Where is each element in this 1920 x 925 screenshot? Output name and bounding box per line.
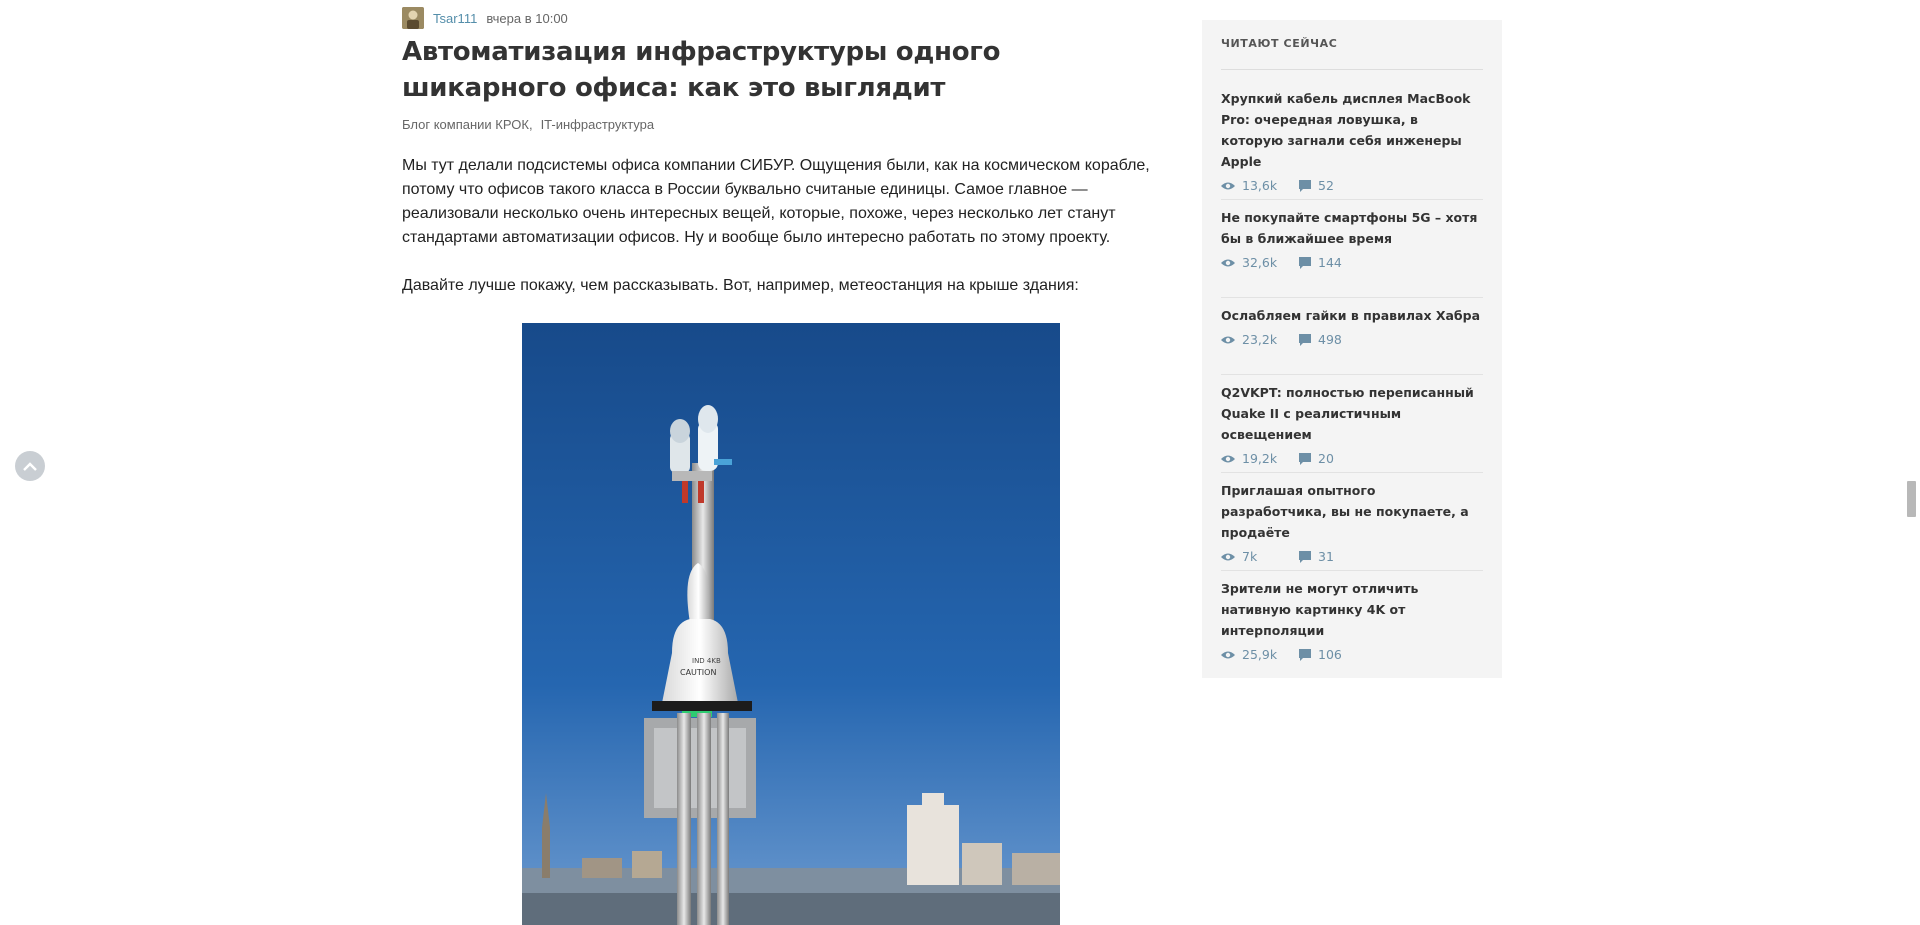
- hub-link-krok[interactable]: Блог компании КРОК: [402, 117, 529, 132]
- divider: [1221, 297, 1483, 298]
- views-count: 7k: [1242, 549, 1258, 564]
- comment-bubble-icon: [1299, 452, 1311, 465]
- views-count: 25,9k: [1242, 647, 1278, 662]
- scrollbar[interactable]: [1903, 0, 1920, 925]
- post-stats: 13,6k 52: [1221, 178, 1483, 198]
- sidebar-post-title[interactable]: Не покупайте смартфоны 5G – хотя бы в бл…: [1221, 207, 1483, 249]
- sidebar-post: Хрупкий кабель дисплея MacBook Pro: очер…: [1221, 88, 1483, 198]
- views-count: 32,6k: [1242, 255, 1278, 270]
- weather-station-photo: IND 4KB CAUTION: [522, 323, 1060, 925]
- sidebar-post-title[interactable]: Q2VKPT: полностью переписанный Quake II …: [1221, 382, 1483, 445]
- author-avatar[interactable]: [402, 7, 424, 29]
- scroll-to-top-button[interactable]: [15, 451, 45, 481]
- eye-icon: [1221, 455, 1235, 462]
- sidebar-post-title[interactable]: Ослабляем гайки в правилах Хабра: [1221, 305, 1483, 326]
- sidebar-post: Ослабляем гайки в правилах Хабра 23,2k 4…: [1221, 305, 1483, 352]
- comments-count: 106: [1318, 647, 1342, 662]
- eye-icon: [1221, 336, 1235, 343]
- views-count: 13,6k: [1242, 178, 1278, 193]
- sidebar-post-title[interactable]: Приглашая опытного разработчика, вы не п…: [1221, 480, 1483, 543]
- comments-counter[interactable]: 106: [1299, 647, 1342, 662]
- sidebar-post: Q2VKPT: полностью переписанный Quake II …: [1221, 382, 1483, 471]
- divider: [1221, 570, 1483, 571]
- eye-icon: [1221, 553, 1235, 560]
- post-stats: 25,9k 106: [1221, 647, 1483, 667]
- comments-count: 20: [1318, 451, 1334, 466]
- eye-icon: [1221, 182, 1235, 189]
- hub-link-it-infrastructure[interactable]: IT-инфраструктура: [541, 117, 655, 132]
- views-counter: 7k: [1221, 549, 1257, 564]
- comments-counter[interactable]: 31: [1299, 549, 1334, 564]
- eye-icon: [1221, 651, 1235, 658]
- divider: [1221, 472, 1483, 473]
- views-counter: 19,2k: [1221, 451, 1277, 466]
- sidebar-post: Не покупайте смартфоны 5G – хотя бы в бл…: [1221, 207, 1483, 275]
- sidebar-post-title[interactable]: Зрители не могут отличить нативную карти…: [1221, 578, 1483, 641]
- article-paragraph: Мы тут делали подсистемы офиса компании …: [402, 157, 1150, 246]
- sidebar-post-title[interactable]: Хрупкий кабель дисплея MacBook Pro: очер…: [1221, 88, 1483, 172]
- sidebar-post: Приглашая опытного разработчика, вы не п…: [1221, 480, 1483, 569]
- post-time: вчера в 10:00: [486, 10, 568, 26]
- sidebar-heading: ЧИТАЮТ СЕЙЧАС: [1221, 37, 1338, 50]
- post-stats: 32,6k 144: [1221, 255, 1483, 275]
- comments-count: 31: [1318, 549, 1334, 564]
- sidebar-reading-now: ЧИТАЮТ СЕЙЧАС Хрупкий кабель дисплея Mac…: [1202, 20, 1502, 678]
- post-stats: 23,2k 498: [1221, 332, 1483, 352]
- views-counter: 23,2k: [1221, 332, 1277, 347]
- comments-count: 144: [1318, 255, 1342, 270]
- views-count: 23,2k: [1242, 332, 1278, 347]
- eye-icon: [1221, 259, 1235, 266]
- divider: [1221, 374, 1483, 375]
- post-stats: 7k 31: [1221, 549, 1483, 569]
- comment-bubble-icon: [1299, 333, 1311, 346]
- comments-counter[interactable]: 498: [1299, 332, 1342, 347]
- author-link[interactable]: Tsar111: [433, 11, 477, 26]
- comment-bubble-icon: [1299, 179, 1311, 192]
- photo-label: IND 4KB: [692, 657, 721, 665]
- hub-separator: ,: [528, 117, 533, 132]
- divider: [1221, 69, 1483, 70]
- post-meta: Tsar111 вчера в 10:00: [402, 6, 568, 30]
- views-counter: 32,6k: [1221, 255, 1277, 270]
- chevron-up-icon: [23, 461, 37, 471]
- comments-counter[interactable]: 20: [1299, 451, 1334, 466]
- article-paragraph: Давайте лучше покажу, чем рассказывать. …: [402, 277, 1079, 294]
- post-stats: 19,2k 20: [1221, 451, 1483, 471]
- comments-counter[interactable]: 144: [1299, 255, 1342, 270]
- comments-count: 52: [1318, 178, 1334, 193]
- comment-bubble-icon: [1299, 648, 1311, 661]
- post-hubs: Блог компании КРОК, IT-инфраструктура: [402, 117, 654, 132]
- post-title: Автоматизация инфраструктуры одного шика…: [402, 37, 1001, 103]
- views-count: 19,2k: [1242, 451, 1278, 466]
- photo-illustration: IND 4KB CAUTION: [522, 323, 1060, 925]
- comments-count: 498: [1318, 332, 1342, 347]
- photo-label: CAUTION: [680, 668, 716, 677]
- comments-counter[interactable]: 52: [1299, 178, 1334, 193]
- divider: [1221, 199, 1483, 200]
- scrollbar-thumb[interactable]: [1907, 481, 1916, 517]
- comment-bubble-icon: [1299, 256, 1311, 269]
- views-counter: 13,6k: [1221, 178, 1277, 193]
- sidebar-post: Зрители не могут отличить нативную карти…: [1221, 578, 1483, 667]
- comment-bubble-icon: [1299, 550, 1311, 563]
- avatar-image: [402, 7, 424, 29]
- views-counter: 25,9k: [1221, 647, 1277, 662]
